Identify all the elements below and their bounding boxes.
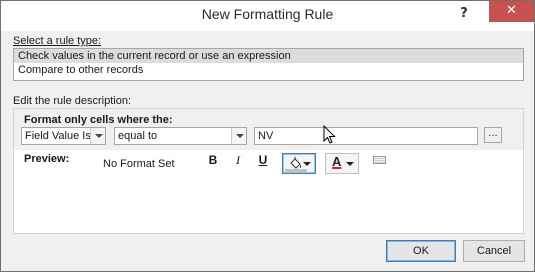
- title-bar: New Formatting Rule ? ✕: [1, 1, 534, 31]
- chevron-down-icon[interactable]: [346, 162, 354, 166]
- ok-button[interactable]: OK: [386, 240, 456, 262]
- preview-label: Preview:: [24, 153, 70, 165]
- field-value-select[interactable]: Field Value Is: [21, 127, 106, 145]
- help-button[interactable]: ?: [453, 4, 475, 24]
- rule-type-item-compare[interactable]: Compare to other records: [14, 63, 523, 77]
- chevron-down-icon[interactable]: [303, 162, 311, 166]
- close-button[interactable]: ✕: [489, 1, 534, 22]
- border-style-icon[interactable]: [373, 156, 386, 164]
- operator-select[interactable]: equal to: [114, 127, 247, 145]
- chevron-down-icon[interactable]: [231, 128, 246, 144]
- fill-color-bar: [285, 169, 307, 172]
- fill-color-button[interactable]: [282, 153, 316, 174]
- new-formatting-rule-dialog: New Formatting Rule ? ✕ Select a rule ty…: [0, 0, 535, 272]
- rule-type-list: Check values in the current record or us…: [13, 48, 524, 81]
- font-color-icon: A: [332, 154, 342, 169]
- format-only-label: Format only cells where the:: [24, 114, 173, 126]
- font-color-button[interactable]: A: [325, 153, 359, 174]
- expression-builder-button[interactable]: ...: [484, 127, 502, 143]
- rule-type-item-expression[interactable]: Check values in the current record or us…: [14, 49, 523, 63]
- rule-type-label-text: Select a rule type:: [13, 35, 102, 47]
- chevron-down-icon[interactable]: [90, 128, 105, 144]
- italic-button[interactable]: I: [231, 153, 245, 167]
- cancel-button[interactable]: Cancel: [463, 240, 525, 262]
- mouse-cursor-icon: [323, 125, 336, 144]
- preview-text: No Format Set: [103, 158, 175, 170]
- underline-button[interactable]: U: [256, 153, 270, 167]
- edit-description-label: Edit the rule description:: [13, 95, 132, 107]
- field-value-select-text: Field Value Is: [25, 130, 91, 142]
- value-input[interactable]: NV: [254, 127, 478, 145]
- bold-button[interactable]: B: [206, 153, 220, 167]
- rule-type-label: Select a rule type:: [13, 35, 101, 47]
- operator-select-text: equal to: [118, 130, 158, 142]
